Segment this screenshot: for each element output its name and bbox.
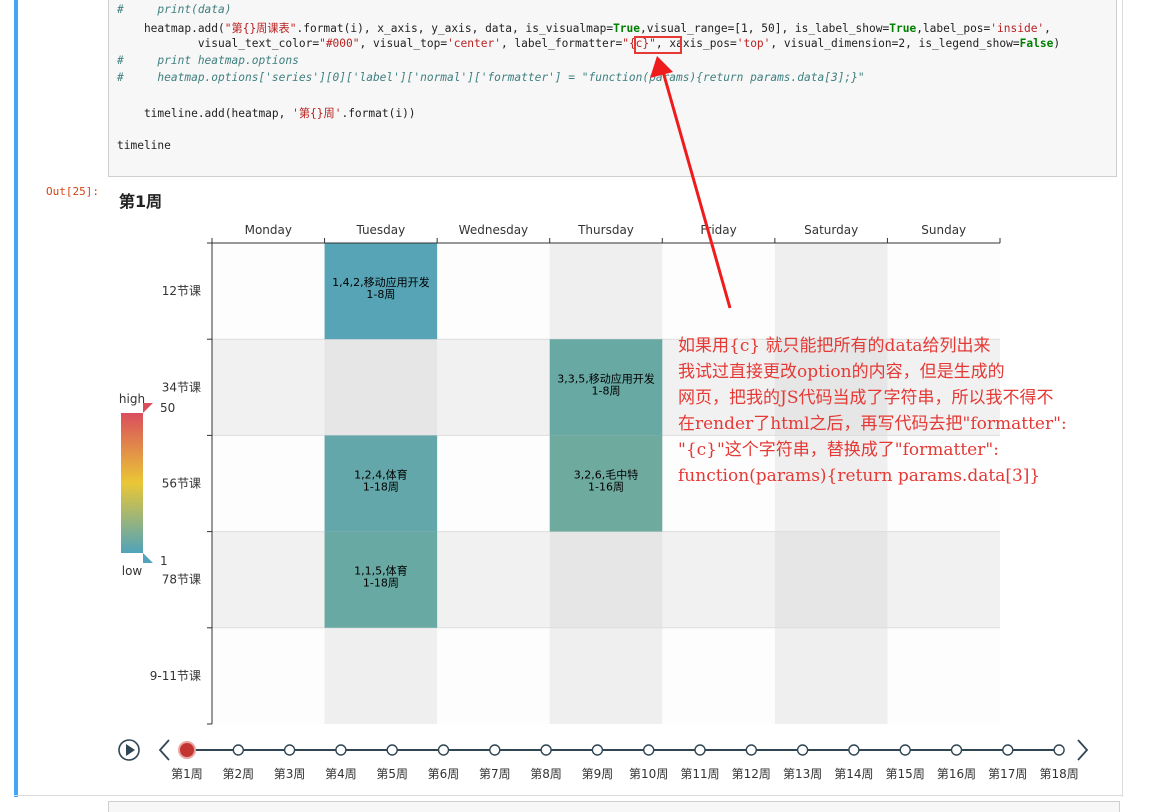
timeline-label[interactable]: 第3周 xyxy=(274,767,306,781)
cell-label: 1,1,5,体育 xyxy=(354,564,408,578)
timeline-point[interactable] xyxy=(899,744,911,756)
timeline-point[interactable] xyxy=(386,744,398,756)
cell-label: 1,2,4,体育 xyxy=(354,468,408,482)
timeline-label[interactable]: 第6周 xyxy=(428,767,460,781)
timeline-label[interactable]: 第9周 xyxy=(582,767,614,781)
timeline-label[interactable]: 第13周 xyxy=(783,767,822,781)
timeline-point[interactable] xyxy=(437,744,450,756)
x-tick-label: Thursday xyxy=(577,223,634,237)
prev-week-button[interactable] xyxy=(158,739,170,761)
timeline-label[interactable]: 第16周 xyxy=(937,767,976,781)
timeline-label[interactable]: 第4周 xyxy=(325,767,357,781)
timeline-current-point[interactable] xyxy=(178,741,196,759)
visualmap-max-value: 50 xyxy=(160,401,175,415)
timeline-point[interactable] xyxy=(694,744,706,756)
annotation-arrow-head xyxy=(650,56,673,78)
cell-label: 1-8周 xyxy=(592,384,621,397)
timeline-point[interactable] xyxy=(489,744,501,756)
annotation-text: 如果用{c} 就只能把所有的data给列出来 我试过直接更改option的内容，… xyxy=(678,333,1148,489)
cell-label: 1-8周 xyxy=(366,288,395,301)
timeline-point[interactable] xyxy=(643,744,655,756)
x-tick-label: Sunday xyxy=(921,223,966,237)
y-tick-label: 34节课 xyxy=(162,380,201,394)
timeline-label[interactable]: 第8周 xyxy=(530,767,562,781)
timeline-label[interactable]: 第15周 xyxy=(886,767,925,781)
cell-label: 3,2,6,毛中特 xyxy=(574,468,639,482)
visualmap-min-value: 1 xyxy=(160,554,168,568)
visualmap-handle-bottom[interactable] xyxy=(143,553,153,563)
x-tick-label: Wednesday xyxy=(459,223,528,237)
play-icon xyxy=(126,744,135,756)
y-tick-label: 9-11节课 xyxy=(150,669,201,683)
timeline-point[interactable] xyxy=(335,744,347,756)
timeline-label[interactable]: 第10周 xyxy=(629,767,668,781)
cell-label: 1-18周 xyxy=(363,481,399,494)
timeline-point[interactable] xyxy=(540,744,552,756)
timeline-label[interactable]: 第14周 xyxy=(834,767,873,781)
x-tick-label: Saturday xyxy=(804,223,858,237)
timeline-label[interactable]: 第2周 xyxy=(222,767,254,781)
cell-label: 3,3,5,移动应用开发 xyxy=(557,371,655,385)
y-tick-label: 56节课 xyxy=(162,477,201,491)
annotation-line: 如果用{c} 就只能把所有的data给列出来 xyxy=(678,336,991,356)
annotation-line: 网页，把我的JS代码当成了字符串，所以我不得不 xyxy=(678,388,1054,408)
cell-label: 1-18周 xyxy=(363,577,399,590)
timeline-label[interactable]: 第1周 xyxy=(171,767,203,781)
cell-label: 1-16周 xyxy=(588,481,624,494)
timeline-point[interactable] xyxy=(950,744,963,756)
visualmap-bar[interactable] xyxy=(121,413,143,553)
timeline-label[interactable]: 第5周 xyxy=(376,767,408,781)
timeline-point[interactable] xyxy=(591,744,604,756)
visualmap-low-label: low xyxy=(122,564,143,578)
y-tick-label: 78节课 xyxy=(162,573,201,587)
y-tick-label: 12节课 xyxy=(162,284,201,298)
annotation-line: 在render了html之后，再写代码去把"formatter": xyxy=(678,414,1067,434)
cell-label: 1,4,2,移动应用开发 xyxy=(332,275,430,289)
x-tick-label: Monday xyxy=(245,223,292,237)
timeline-point[interactable] xyxy=(232,744,245,756)
timeline-point[interactable] xyxy=(1002,744,1014,756)
timeline-label[interactable]: 第17周 xyxy=(988,767,1027,781)
timeline-label[interactable]: 第18周 xyxy=(1039,767,1078,781)
x-tick-label: Tuesday xyxy=(355,223,405,237)
next-week-button[interactable] xyxy=(1077,739,1089,761)
timeline-point[interactable] xyxy=(745,744,757,756)
timeline-label[interactable]: 第11周 xyxy=(680,767,719,781)
timeline-point[interactable] xyxy=(848,744,860,756)
timeline-label[interactable]: 第7周 xyxy=(479,767,511,781)
timeline-label[interactable]: 第12周 xyxy=(732,767,771,781)
timeline-point[interactable] xyxy=(1053,744,1065,756)
timeline-point[interactable] xyxy=(283,744,296,756)
timeline-point[interactable] xyxy=(796,744,809,756)
annotation-line: "{c}"这个字符串，替换成了"formatter": xyxy=(678,440,999,460)
visualmap-high-label: high xyxy=(119,392,145,406)
annotation-line: function(params){return params.data[3]} xyxy=(678,466,1041,486)
annotation-line: 我试过直接更改option的内容，但是生成的 xyxy=(678,362,1005,382)
